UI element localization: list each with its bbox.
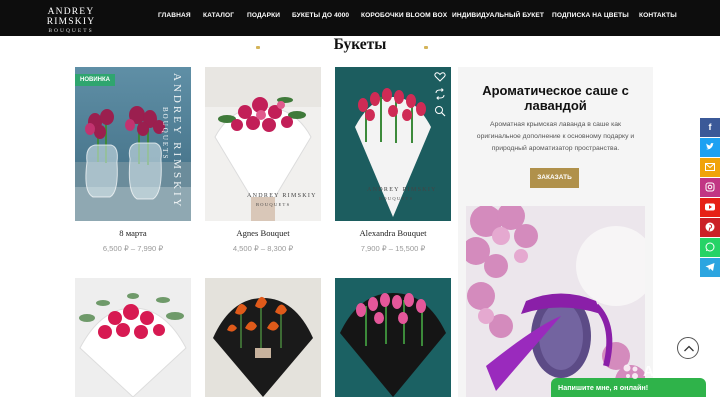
brand-overlay-main: ANDREY RIMSKIY [171,73,183,210]
telegram-share-button[interactable] [700,258,720,277]
youtube-icon [705,203,715,211]
product-price: 6,500 ₽ – 7,990 ₽ [102,244,164,253]
brand-watermark-sub: BOUQUETS [256,202,291,207]
product-image-calla-lilies[interactable] [205,278,321,397]
instagram-icon [705,182,715,192]
nav-item-custom-bouquet[interactable]: ИНДИВИДУАЛЬНЫЙ БУКЕТ [452,12,544,19]
bouquet-photo-orange-callas [205,278,321,397]
youtube-share-button[interactable] [700,198,720,217]
site-logo[interactable]: ANDREY RIMSKIY BOUQUETS [30,7,112,34]
nav-item-bouquets-under-4000[interactable]: БУКЕТЫ ДО 4000 [292,12,349,19]
email-icon [705,163,715,171]
nav-item-gifts[interactable]: ПОДАРКИ [247,12,280,19]
product-price: 7,900 ₽ – 15,500 ₽ [360,244,426,253]
facebook-icon: f [708,122,712,132]
promo-description: Ароматная крымская лаванда в саше как ор… [476,121,635,152]
promo-title: Ароматическое саше с лавандой [482,83,629,113]
bouquet-photo-tulips-black-wrap [335,278,451,397]
new-badge: НОВИНКА [75,74,115,86]
product-image-8-march[interactable]: НОВИНКА ANDREY RIMSKIY BOUQUETS [75,67,191,221]
facebook-share-button[interactable]: f [700,118,720,137]
title-decoration-right [424,46,428,49]
telegram-icon [705,263,715,271]
quick-view-search-icon[interactable] [434,105,446,117]
order-button[interactable]: ЗАКАЗАТЬ [530,168,579,188]
wishlist-heart-icon[interactable] [434,71,446,83]
nav-item-catalog[interactable]: КАТАЛОГ [203,12,234,19]
top-navigation-bar: ANDREY RIMSKIY BOUQUETS ГЛАВНАЯ КАТАЛОГ … [0,0,720,36]
brand-watermark-main: ANDREY RIMSKIY [367,187,437,193]
compare-arrows-icon[interactable] [434,88,446,100]
twitter-icon [706,143,714,150]
whatsapp-icon [705,242,715,252]
product-name[interactable]: 8 марта [75,228,191,238]
promo-image[interactable] [466,206,645,397]
product-image-agnes[interactable]: ANDREY RIMSKIY BOUQUETS [205,67,321,221]
avito-logo-icon [623,364,638,379]
instagram-share-button[interactable] [700,178,720,197]
twitter-share-button[interactable] [700,138,720,157]
brand-overlay-sub: BOUQUETS [161,107,169,161]
title-decoration-left [256,46,260,49]
scroll-to-top-button[interactable] [677,337,699,359]
avito-watermark: Avito [622,357,712,397]
avito-watermark-text: Avito [643,363,680,380]
product-name[interactable]: Agnes Bouquet [205,228,321,238]
brand-watermark-main: ANDREY RIMSKIY [247,193,317,199]
nav-item-bloom-box[interactable]: КОРОБОЧКИ BLOOM BOX [361,12,447,19]
lavender-sachet-photo [466,206,645,397]
nav-item-flower-subscription[interactable]: ПОДПИСКА НА ЦВЕТЫ [552,12,629,19]
nav-item-home[interactable]: ГЛАВНАЯ [158,12,191,19]
bouquet-photo-pink-roses [75,278,191,397]
pinterest-icon [705,222,715,232]
nav-item-contacts[interactable]: КОНТАКТЫ [639,12,677,19]
whatsapp-share-button[interactable] [700,238,720,257]
pinterest-share-button[interactable] [700,218,720,237]
product-image-alexandra[interactable]: ANDREY RIMSKIY BOUQUETS [335,67,451,221]
brand-watermark-sub: BOUQUETS [379,196,414,201]
logo-main-text: ANDREY RIMSKIY [46,7,96,27]
product-name[interactable]: Alexandra Bouquet [335,228,451,238]
product-price: 4,500 ₽ – 8,300 ₽ [232,244,294,253]
promo-lavender-sachet: Ароматическое саше с лавандой Ароматная … [458,67,653,397]
logo-sub-text: BOUQUETS [48,28,94,34]
page-title: Букеты [333,36,387,53]
email-share-button[interactable] [700,158,720,177]
product-image-pink-tulips[interactable] [335,278,451,397]
product-image-roses-eucalyptus[interactable] [75,278,191,397]
